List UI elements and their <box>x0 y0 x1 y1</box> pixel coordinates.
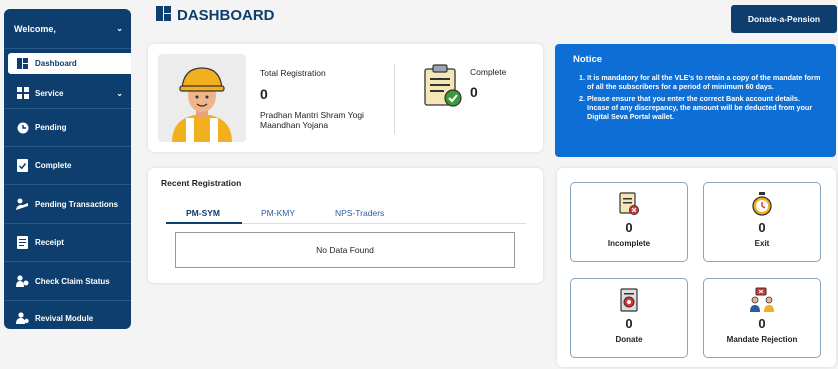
scheme-name: Pradhan Mantri Shram Yogi Maandhan Yojan… <box>260 110 364 130</box>
tab-pm-kmy[interactable]: PM-KMY <box>261 208 295 218</box>
donate-a-pension-button[interactable]: Donate-a-Pension <box>731 5 837 33</box>
complete-label: Complete <box>470 67 507 77</box>
notice-item: Please ensure that you enter the correct… <box>587 94 824 121</box>
sidebar: Welcome, ⌄ Dashboard Service ⌄ Pending C… <box>4 9 131 329</box>
tab-pm-sym[interactable]: PM-SYM <box>186 208 220 218</box>
rejection-people-icon <box>749 287 775 313</box>
complete-value: 0 <box>470 84 478 100</box>
registration-card: Total Registration 0 Pradhan Mantri Shra… <box>148 44 543 152</box>
sidebar-item-label: Revival Module <box>35 313 94 323</box>
sidebar-item-label: Complete <box>35 161 72 170</box>
stat-mandate-rejection[interactable]: 0 Mandate Rejection <box>703 278 821 358</box>
sidebar-item-service[interactable]: Service ⌄ <box>4 78 131 109</box>
stat-label: Exit <box>754 239 770 248</box>
stat-label: Incomplete <box>607 239 651 248</box>
donate-doc-icon <box>618 287 640 313</box>
sidebar-item-label: Check Claim Status <box>35 276 110 286</box>
tab-bar: PM-SYM PM-KMY NPS-Traders <box>166 208 526 224</box>
sidebar-item-complete[interactable]: Complete <box>4 147 131 185</box>
complete-clipboard-icon <box>423 64 463 113</box>
empty-state: No Data Found <box>175 232 515 268</box>
stat-value: 0 <box>625 220 633 235</box>
sidebar-item-pending[interactable]: Pending <box>4 109 131 147</box>
dashboard-icon <box>156 6 171 25</box>
notice-panel: Notice It is mandatory for all the VLE's… <box>555 44 836 157</box>
stat-value: 0 <box>758 220 766 235</box>
receipt-icon <box>16 236 29 249</box>
stat-value: 0 <box>625 316 633 331</box>
page-title: DASHBOARD <box>156 6 275 25</box>
grid-icon <box>16 87 29 100</box>
stat-label: Donate <box>615 335 643 344</box>
notice-list: It is mandatory for all the VLE's to ret… <box>573 73 824 121</box>
stat-exit[interactable]: 0 Exit <box>703 182 821 262</box>
total-registration-value: 0 <box>260 86 268 102</box>
stat-donate[interactable]: 0 Donate <box>570 278 688 358</box>
welcome-toggle[interactable]: Welcome, ⌄ <box>4 9 131 49</box>
worker-icon <box>172 67 232 142</box>
sidebar-item-label: Pending <box>35 123 67 132</box>
sidebar-item-revival-module[interactable]: Revival Module <box>4 301 131 329</box>
divider <box>394 64 395 134</box>
pending-icon <box>16 121 29 134</box>
sidebar-item-check-claim-status[interactable]: Check Claim Status <box>4 262 131 301</box>
complete-icon <box>16 159 29 172</box>
incomplete-doc-icon <box>618 191 640 217</box>
stat-value: 0 <box>758 316 766 331</box>
transactions-icon <box>16 198 29 211</box>
sidebar-item-label: Service <box>35 88 64 98</box>
stopwatch-icon <box>750 191 774 217</box>
active-tab-indicator <box>166 222 242 224</box>
sidebar-item-receipt[interactable]: Receipt <box>4 224 131 262</box>
notice-item: It is mandatory for all the VLE's to ret… <box>587 73 824 91</box>
recent-registration-card: Recent Registration PM-SYM PM-KMY NPS-Tr… <box>148 168 543 283</box>
sidebar-item-label: Dashboard <box>35 59 77 68</box>
sidebar-item-dashboard[interactable]: Dashboard <box>8 53 131 74</box>
welcome-label: Welcome, <box>14 23 56 34</box>
sidebar-item-label: Pending Transactions <box>35 199 119 209</box>
claim-icon <box>16 275 29 288</box>
worker-illustration <box>158 54 246 142</box>
dashboard-icon <box>16 57 29 70</box>
total-registration-label: Total Registration <box>260 68 326 78</box>
stats-card: 0 Incomplete 0 Exit 0 Donate 0 Mandate R… <box>557 168 836 367</box>
sidebar-item-label: Receipt <box>35 238 64 247</box>
stat-label: Mandate Rejection <box>726 335 798 344</box>
page-title-text: DASHBOARD <box>177 7 275 24</box>
chevron-down-icon: ⌄ <box>116 88 123 98</box>
stat-incomplete[interactable]: 0 Incomplete <box>570 182 688 262</box>
notice-title: Notice <box>573 54 603 65</box>
tab-nps-traders[interactable]: NPS-Traders <box>335 208 384 218</box>
sidebar-item-pending-transactions[interactable]: Pending Transactions <box>4 185 131 224</box>
chevron-down-icon: ⌄ <box>116 24 123 33</box>
revival-icon <box>16 312 29 325</box>
recent-registration-title: Recent Registration <box>161 178 242 188</box>
